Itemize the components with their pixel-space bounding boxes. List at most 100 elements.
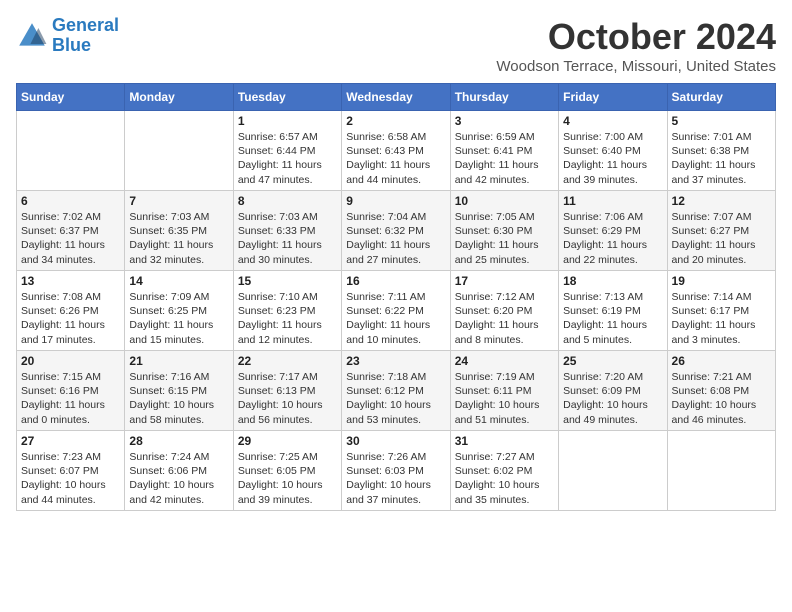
day-info: Sunrise: 7:07 AMSunset: 6:27 PMDaylight:… [672,210,771,267]
calendar-cell: 27Sunrise: 7:23 AMSunset: 6:07 PMDayligh… [17,431,125,511]
calendar-week-row: 13 Sunrise: 7:08 AMSunset: 6:26 PMDayligh… [17,271,776,351]
weekday-header: Wednesday [342,84,450,111]
day-info: Sunrise: 7:05 AMSunset: 6:30 PMDaylight:… [455,210,554,267]
day-number: 17 [455,274,554,288]
calendar-cell: 28Sunrise: 7:24 AMSunset: 6:06 PMDayligh… [125,431,233,511]
page-header: General Blue October 2024 Woodson Terrac… [16,16,776,75]
calendar-cell: 24 Sunrise: 7:19 AMSunset: 6:11 PMDayligh… [450,351,558,431]
day-number: 22 [238,354,337,368]
weekday-header: Monday [125,84,233,111]
logo-text: General Blue [52,16,119,56]
day-number: 2 [346,114,445,128]
calendar-week-row: 6Sunrise: 7:02 AMSunset: 6:37 PMDaylight… [17,191,776,271]
calendar-cell: 13 Sunrise: 7:08 AMSunset: 6:26 PMDayligh… [17,271,125,351]
day-number: 30 [346,434,445,448]
day-info: Sunrise: 7:10 AMSunset: 6:23 PMDaylight:… [238,290,337,347]
day-info: Sunrise: 7:25 AMSunset: 6:05 PMDaylight:… [238,450,337,507]
day-info: Sunrise: 7:15 AMSunset: 6:16 PMDaylight:… [21,370,120,427]
calendar-week-row: 1 Sunrise: 6:57 AMSunset: 6:44 PMDaylight… [17,111,776,191]
calendar-cell: 6Sunrise: 7:02 AMSunset: 6:37 PMDaylight… [17,191,125,271]
day-info: Sunrise: 7:04 AMSunset: 6:32 PMDaylight:… [346,210,445,267]
calendar-week-row: 27Sunrise: 7:23 AMSunset: 6:07 PMDayligh… [17,431,776,511]
day-number: 21 [129,354,228,368]
title-area: October 2024 Woodson Terrace, Missouri, … [496,16,776,75]
day-info: Sunrise: 6:57 AMSunset: 6:44 PMDaylight:… [238,130,337,187]
day-info: Sunrise: 7:01 AMSunset: 6:38 PMDaylight:… [672,130,771,187]
calendar-cell: 17Sunrise: 7:12 AMSunset: 6:20 PMDayligh… [450,271,558,351]
weekday-header: Tuesday [233,84,341,111]
day-number: 24 [455,354,554,368]
day-number: 13 [21,274,120,288]
calendar-cell: 30 Sunrise: 7:26 AMSunset: 6:03 PMDayligh… [342,431,450,511]
weekday-header: Friday [559,84,667,111]
calendar-cell: 20 Sunrise: 7:15 AMSunset: 6:16 PMDayligh… [17,351,125,431]
day-number: 26 [672,354,771,368]
calendar-cell: 26 Sunrise: 7:21 AMSunset: 6:08 PMDayligh… [667,351,775,431]
day-info: Sunrise: 7:26 AMSunset: 6:03 PMDaylight:… [346,450,445,507]
day-number: 1 [238,114,337,128]
day-number: 3 [455,114,554,128]
day-info: Sunrise: 7:27 AMSunset: 6:02 PMDaylight:… [455,450,554,507]
day-info: Sunrise: 7:16 AMSunset: 6:15 PMDaylight:… [129,370,228,427]
day-info: Sunrise: 6:59 AMSunset: 6:41 PMDaylight:… [455,130,554,187]
day-info: Sunrise: 7:17 AMSunset: 6:13 PMDaylight:… [238,370,337,427]
calendar-cell: 14 Sunrise: 7:09 AMSunset: 6:25 PMDayligh… [125,271,233,351]
calendar-cell: 5 Sunrise: 7:01 AMSunset: 6:38 PMDaylight… [667,111,775,191]
calendar-cell: 31 Sunrise: 7:27 AMSunset: 6:02 PMDayligh… [450,431,558,511]
day-info: Sunrise: 7:13 AMSunset: 6:19 PMDaylight:… [563,290,662,347]
day-number: 6 [21,194,120,208]
day-number: 31 [455,434,554,448]
day-info: Sunrise: 7:09 AMSunset: 6:25 PMDaylight:… [129,290,228,347]
day-number: 5 [672,114,771,128]
calendar-cell: 23Sunrise: 7:18 AMSunset: 6:12 PMDayligh… [342,351,450,431]
calendar-cell: 7Sunrise: 7:03 AMSunset: 6:35 PMDaylight… [125,191,233,271]
weekday-header: Thursday [450,84,558,111]
location: Woodson Terrace, Missouri, United States [496,58,776,75]
weekday-header: Saturday [667,84,775,111]
day-info: Sunrise: 7:03 AMSunset: 6:33 PMDaylight:… [238,210,337,267]
calendar-cell: 15 Sunrise: 7:10 AMSunset: 6:23 PMDayligh… [233,271,341,351]
calendar-cell: 1 Sunrise: 6:57 AMSunset: 6:44 PMDaylight… [233,111,341,191]
weekday-header-row: SundayMondayTuesdayWednesdayThursdayFrid… [17,84,776,111]
day-number: 7 [129,194,228,208]
logo-icon [16,20,48,52]
day-info: Sunrise: 7:21 AMSunset: 6:08 PMDaylight:… [672,370,771,427]
day-number: 23 [346,354,445,368]
day-info: Sunrise: 7:11 AMSunset: 6:22 PMDaylight:… [346,290,445,347]
calendar-cell: 8 Sunrise: 7:03 AMSunset: 6:33 PMDaylight… [233,191,341,271]
day-info: Sunrise: 7:06 AMSunset: 6:29 PMDaylight:… [563,210,662,267]
day-info: Sunrise: 7:24 AMSunset: 6:06 PMDaylight:… [129,450,228,507]
day-info: Sunrise: 7:08 AMSunset: 6:26 PMDaylight:… [21,290,120,347]
day-number: 20 [21,354,120,368]
calendar: SundayMondayTuesdayWednesdayThursdayFrid… [16,83,776,511]
day-number: 8 [238,194,337,208]
day-number: 10 [455,194,554,208]
weekday-header: Sunday [17,84,125,111]
calendar-cell: 19Sunrise: 7:14 AMSunset: 6:17 PMDayligh… [667,271,775,351]
calendar-cell [667,431,775,511]
calendar-cell: 29Sunrise: 7:25 AMSunset: 6:05 PMDayligh… [233,431,341,511]
calendar-cell: 21 Sunrise: 7:16 AMSunset: 6:15 PMDayligh… [125,351,233,431]
calendar-cell: 2 Sunrise: 6:58 AMSunset: 6:43 PMDaylight… [342,111,450,191]
logo-line2: Blue [52,35,91,55]
calendar-cell: 10 Sunrise: 7:05 AMSunset: 6:30 PMDayligh… [450,191,558,271]
calendar-cell: 12Sunrise: 7:07 AMSunset: 6:27 PMDayligh… [667,191,775,271]
day-number: 18 [563,274,662,288]
day-number: 27 [21,434,120,448]
day-number: 16 [346,274,445,288]
day-number: 4 [563,114,662,128]
month-title: October 2024 [496,16,776,58]
calendar-cell: 16 Sunrise: 7:11 AMSunset: 6:22 PMDayligh… [342,271,450,351]
logo: General Blue [16,16,119,56]
day-number: 15 [238,274,337,288]
day-info: Sunrise: 7:19 AMSunset: 6:11 PMDaylight:… [455,370,554,427]
logo-line1: General [52,15,119,35]
day-number: 14 [129,274,228,288]
day-info: Sunrise: 7:14 AMSunset: 6:17 PMDaylight:… [672,290,771,347]
day-info: Sunrise: 6:58 AMSunset: 6:43 PMDaylight:… [346,130,445,187]
calendar-cell: 11Sunrise: 7:06 AMSunset: 6:29 PMDayligh… [559,191,667,271]
calendar-cell: 25Sunrise: 7:20 AMSunset: 6:09 PMDayligh… [559,351,667,431]
day-number: 25 [563,354,662,368]
calendar-cell: 18 Sunrise: 7:13 AMSunset: 6:19 PMDayligh… [559,271,667,351]
day-info: Sunrise: 7:00 AMSunset: 6:40 PMDaylight:… [563,130,662,187]
